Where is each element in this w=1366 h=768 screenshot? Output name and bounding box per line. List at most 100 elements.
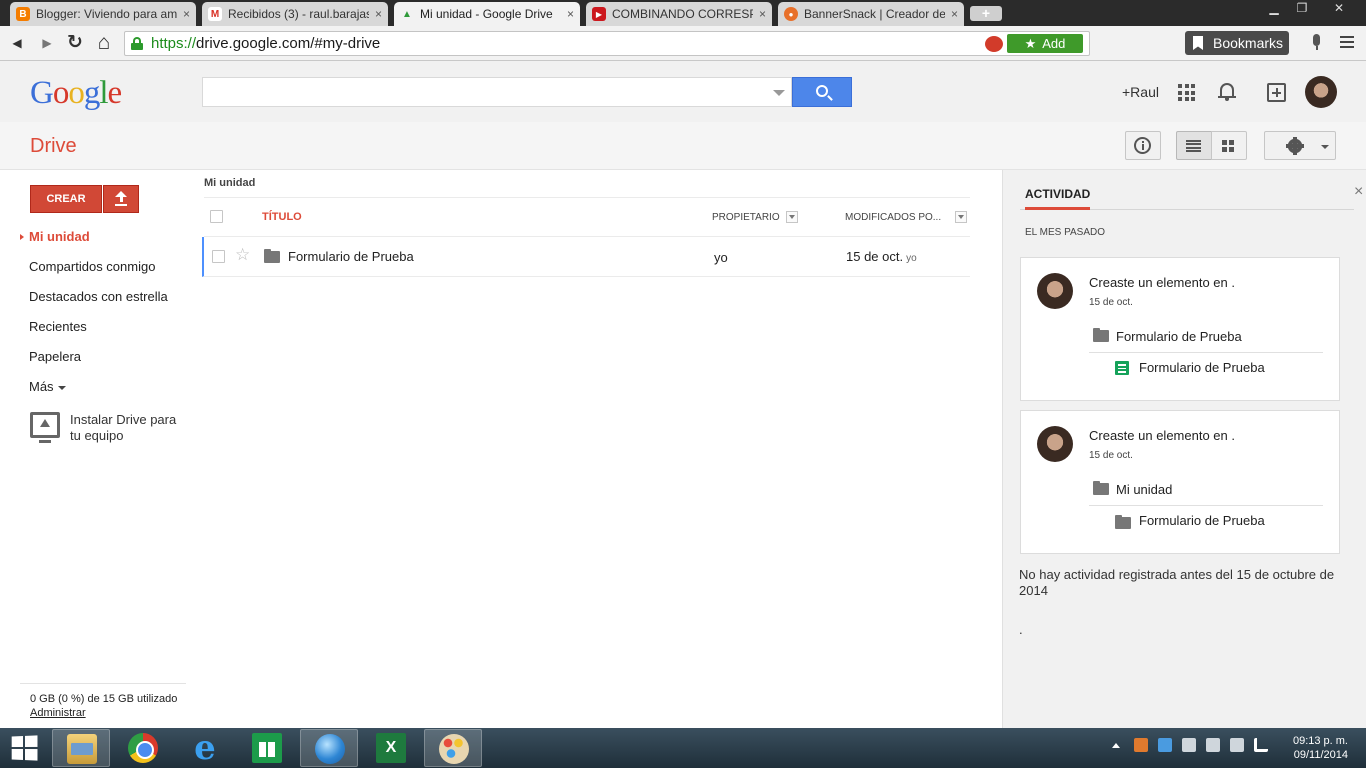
bookmarks-button[interactable]: Bookmarks [1185,31,1289,55]
storage-quota: 0 GB (0 %) de 15 GB utilizado Administra… [20,683,186,720]
taskbar-excel[interactable]: X [362,729,420,767]
chrome-menu-icon[interactable] [1340,36,1354,50]
google-logo[interactable]: Google [30,75,122,112]
browser-tab-bannersnack[interactable]: ● BannerSnack | Creador de × [778,2,964,26]
microphone-icon[interactable] [1312,34,1322,52]
activity-card: Creaste un elemento en . 15 de oct. Mi u… [1020,410,1340,554]
add-bookmark-button[interactable]: ★ Add [1007,34,1083,53]
upload-button[interactable] [103,185,139,213]
activity-headline: Creaste un elemento en . [1089,428,1235,443]
file-owner: yo [714,250,728,265]
extension-bubble-icon[interactable] [985,35,1003,52]
browser-globe-icon [315,734,345,764]
sidebar-item-mi-unidad[interactable]: Mi unidad [29,229,90,244]
window-controls: ▁ ❐ ✕ [1260,0,1362,18]
chevron-down-icon [57,385,66,390]
list-view-button[interactable] [1176,131,1212,160]
close-icon[interactable]: × [1354,183,1363,201]
tab-close-icon[interactable]: × [951,7,958,21]
taskbar-paint[interactable] [424,729,482,767]
taskbar-chrome[interactable] [114,729,172,767]
taskbar-internet-explorer[interactable]: e [176,729,234,767]
account-avatar[interactable] [1305,76,1337,108]
forward-icon[interactable]: ▶ [36,32,58,54]
sidebar-item-mas[interactable]: Más [29,379,66,394]
install-drive-label: tu equipo [70,428,124,443]
select-all-checkbox[interactable] [210,210,223,223]
browser-tab-youtube[interactable]: ▶ COMBINANDO CORRESPO × [586,2,772,26]
drive-title[interactable]: Drive [30,135,77,158]
bannersnack-icon: ● [784,7,798,21]
column-owner[interactable]: PROPIETARIO [712,212,780,223]
grid-view-icon [1222,140,1234,152]
modified-sort-chevron-down-icon[interactable] [955,211,967,223]
search-button[interactable] [792,77,852,107]
restore-button[interactable]: ❐ [1288,0,1316,18]
tab-close-icon[interactable]: × [375,7,382,21]
install-drive-label: Instalar Drive para [70,412,177,427]
home-icon[interactable]: ⌂ [93,32,115,54]
chrome-icon [128,733,158,763]
activity-date: 15 de oct. [1089,450,1133,461]
file-name[interactable]: Formulario de Prueba [288,249,414,264]
windows-taskbar: e X 09:13 p. m. 09/11/2014 [0,728,1366,768]
activity-parent-item[interactable]: Mi unidad [1089,479,1323,506]
grid-view-button[interactable] [1211,131,1247,160]
battery-icon[interactable] [1230,738,1244,752]
details-button[interactable] [1125,131,1161,160]
windows-start-icon[interactable] [11,735,38,761]
search-options-chevron-down-icon[interactable] [773,90,785,96]
tab-close-icon[interactable]: × [567,7,574,21]
owner-sort-chevron-down-icon[interactable] [786,211,798,223]
sidebar-item-compartidos[interactable]: Compartidos conmigo [29,259,155,274]
wifi-signal-icon[interactable] [1254,738,1268,752]
show-hidden-icons-chevron-up-icon[interactable] [1112,742,1120,748]
tab-close-icon[interactable]: × [183,7,190,21]
browser-tab-drive[interactable]: ▲ Mi unidad - Google Drive × [394,2,580,26]
star-icon[interactable]: ☆ [235,246,250,264]
browser-tab-blogger[interactable]: B Blogger: Viviendo para am × [10,2,196,26]
manage-storage-link[interactable]: Administrar [30,706,186,720]
dropbox-icon[interactable] [1158,738,1172,752]
new-tab-button[interactable]: + [970,6,1002,21]
taskbar-file-explorer[interactable] [52,729,110,767]
notifications-bell-icon[interactable] [1218,83,1236,103]
column-modified[interactable]: MODIFICADOS PO... [845,212,941,223]
tab-activity[interactable]: ACTIVIDAD [1025,187,1091,210]
volume-icon[interactable] [1182,738,1196,752]
sidebar-item-recientes[interactable]: Recientes [29,319,87,334]
create-button[interactable]: CREAR [30,185,102,213]
minimize-button[interactable]: ▁ [1260,0,1288,18]
activity-card: Creaste un elemento en . 15 de oct. Form… [1020,257,1340,401]
sidebar-item-papelera[interactable]: Papelera [29,349,81,364]
column-title[interactable]: TÍTULO [262,211,302,223]
activity-parent-item[interactable]: Formulario de Prueba [1089,326,1323,353]
add-label: Add [1042,36,1066,51]
tab-title: Mi unidad - Google Drive [420,7,553,21]
chevron-down-icon [1321,145,1329,149]
folder-icon [1093,328,1109,342]
clock-date: 09/11/2014 [1293,749,1348,761]
install-drive-link[interactable]: Instalar Drive para tu equipo [30,412,190,444]
google-plus-profile-link[interactable]: +Raul [1122,84,1159,100]
share-plus-icon[interactable] [1267,83,1286,102]
speaker-app-icon[interactable] [1134,738,1148,752]
reload-icon[interactable]: ↻ [64,32,86,54]
breadcrumb[interactable]: Mi unidad [204,177,255,189]
taskbar-clock[interactable]: 09:13 p. m. 09/11/2014 [1284,734,1348,762]
settings-button[interactable] [1264,131,1336,160]
close-window-button[interactable]: ✕ [1316,0,1362,18]
search-icon [816,85,828,97]
taskbar-globe-browser[interactable] [300,729,358,767]
row-checkbox[interactable] [212,250,225,263]
sidebar-item-destacados[interactable]: Destacados con estrella [29,289,168,304]
table-row[interactable]: ☆ Formulario de Prueba yo 15 de oct. yo [202,237,970,277]
back-icon[interactable]: ◀ [6,32,28,54]
address-bar[interactable]: https://drive.google.com/#my-drive ★ Add [124,31,1090,56]
drive-search-input[interactable] [202,77,792,107]
action-center-flag-icon[interactable] [1206,738,1220,752]
tab-close-icon[interactable]: × [759,7,766,21]
apps-grid-icon[interactable] [1178,84,1195,101]
taskbar-windows-store[interactable] [238,729,296,767]
browser-tab-gmail[interactable]: M Recibidos (3) - raul.barajas × [202,2,388,26]
